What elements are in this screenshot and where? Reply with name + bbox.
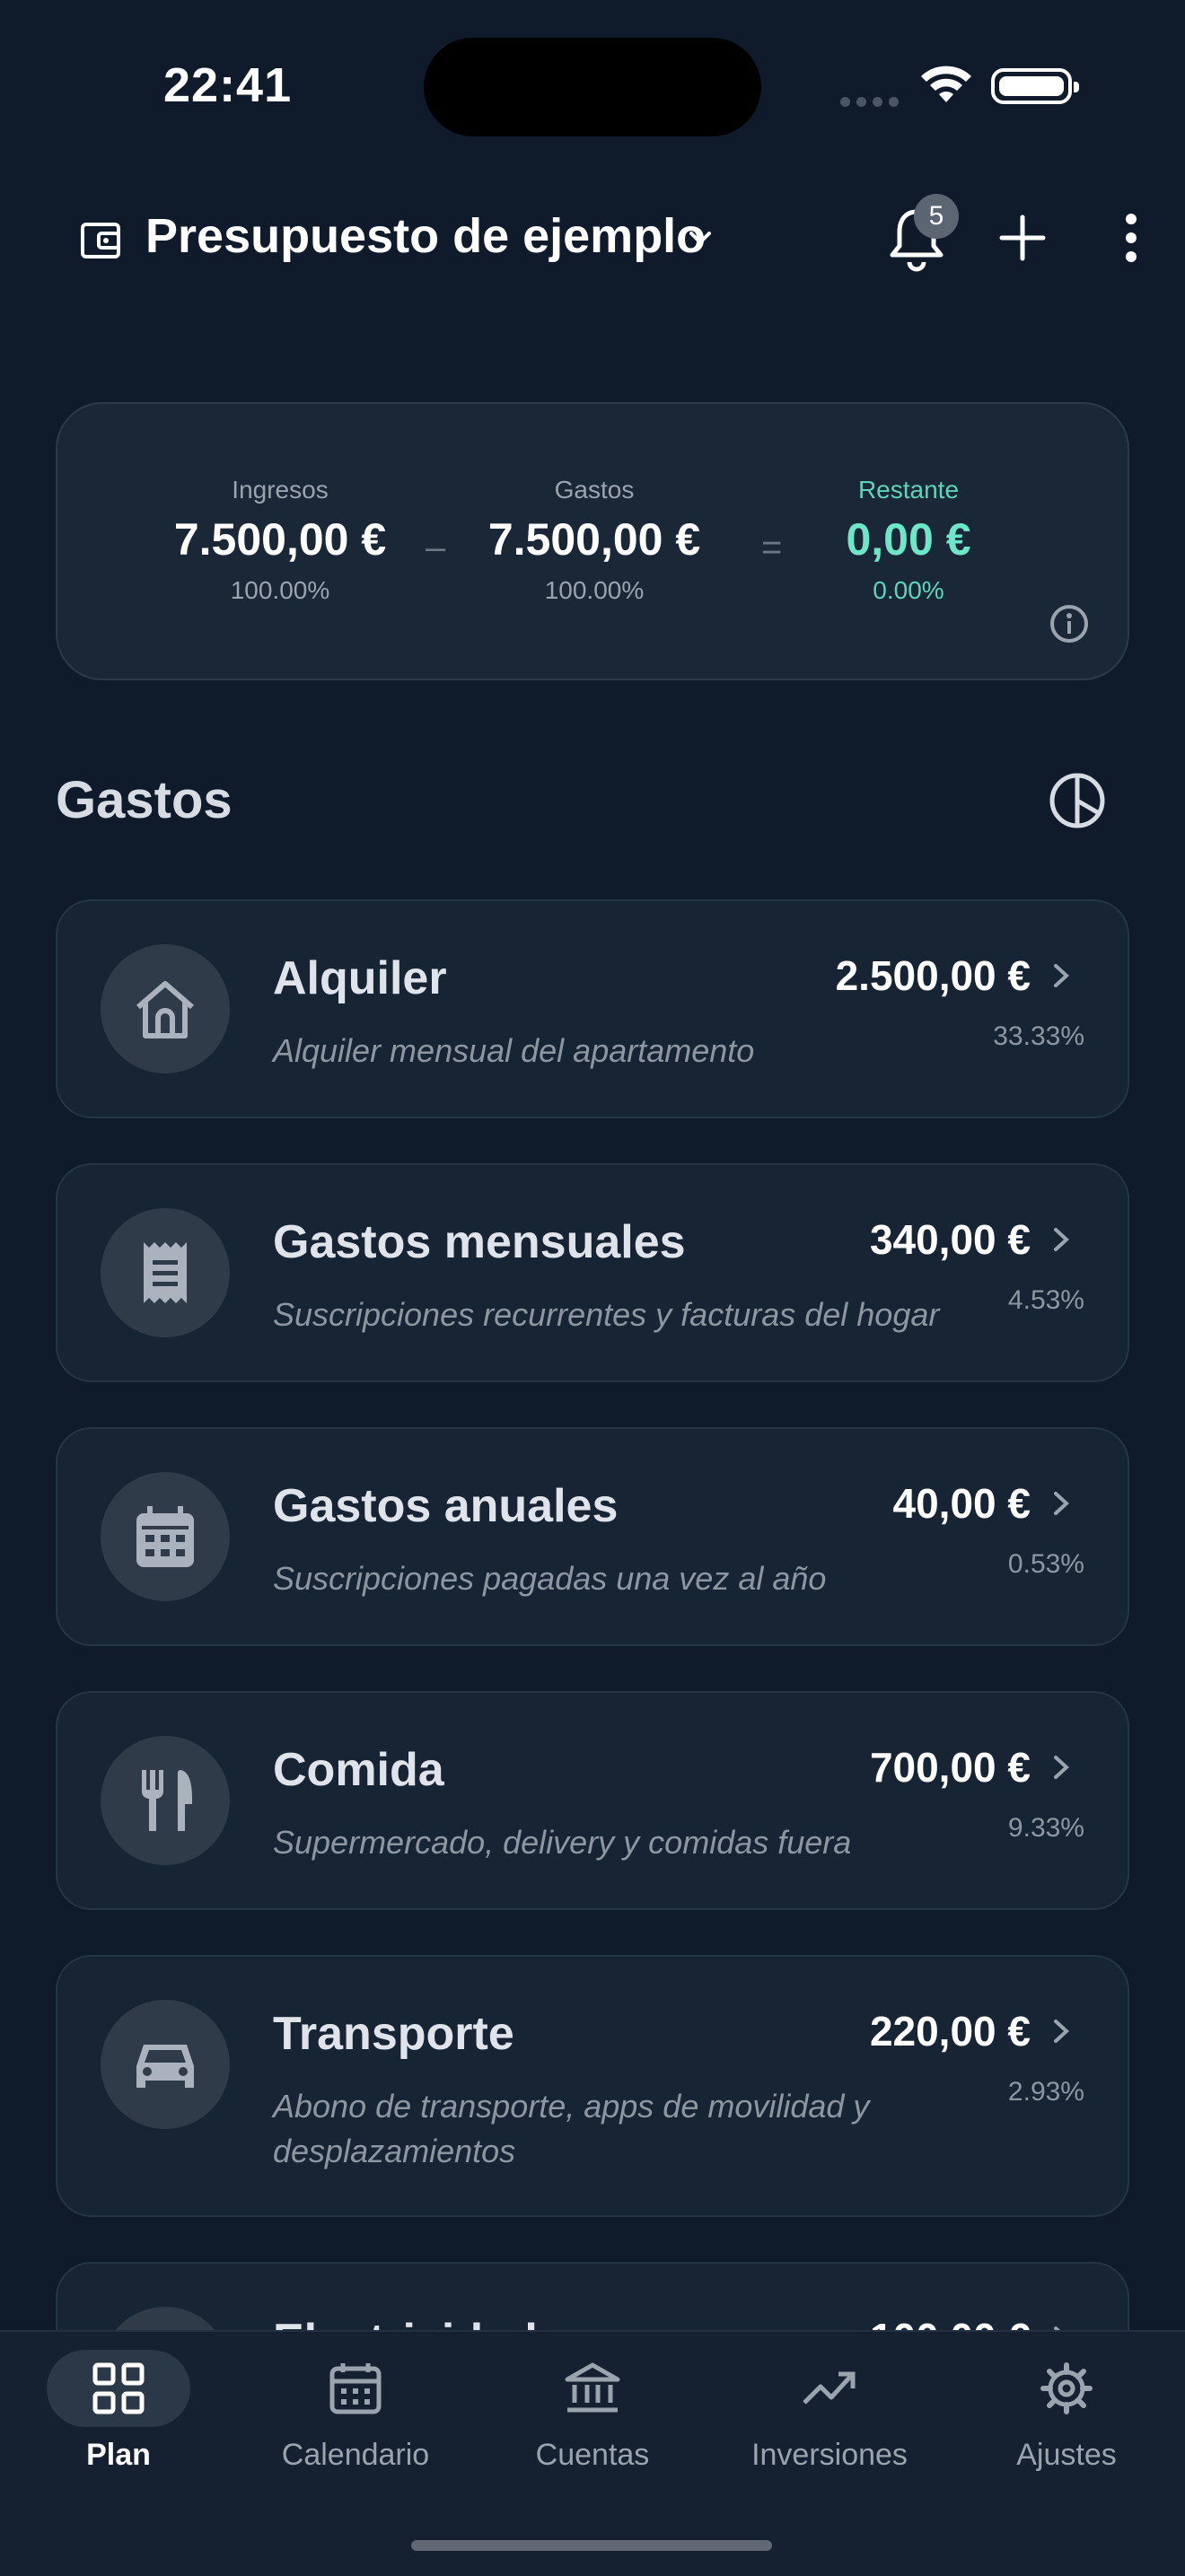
- bottom-navigation: Plan Calendario Cuentas Inversiones Ajus…: [0, 2330, 1185, 2576]
- receipt-icon: [101, 1208, 230, 1337]
- budget-selector[interactable]: Presupuesto de ejemplo: [145, 208, 706, 264]
- section-title: Gastos: [56, 771, 233, 829]
- remaining-label: Restante: [857, 476, 960, 504]
- remaining-summary: Restante 0,00 € 0.00%: [774, 476, 1043, 605]
- car-icon: [101, 2000, 230, 2129]
- add-icon[interactable]: [996, 212, 1049, 264]
- nav-label: Ajustes: [1016, 2438, 1117, 2472]
- category-percent: 9.33%: [1007, 1813, 1084, 1843]
- calendar-icon: [101, 1472, 230, 1601]
- income-summary: Ingresos 7.500,00 € 100.00%: [145, 476, 415, 605]
- grid-icon: [92, 2362, 145, 2414]
- category-name: Transporte: [273, 2008, 514, 2060]
- expenses-summary: Gastos 7.500,00 € 100.00%: [460, 476, 729, 605]
- category-amount: 2.500,00 €: [835, 952, 1031, 999]
- nav-calendario[interactable]: Calendario: [237, 2332, 474, 2511]
- category-description: Suscripciones recurrentes y facturas del…: [273, 1296, 940, 1333]
- category-description: Supermercado, delivery y comidas fuera: [273, 1824, 852, 1861]
- chevron-down-icon[interactable]: [682, 221, 718, 257]
- income-value: 7.500,00 €: [173, 514, 387, 565]
- app-header: Presupuesto de ejemplo 5: [0, 188, 1185, 287]
- pie-chart-icon[interactable]: [1047, 770, 1108, 831]
- signal-icon: [840, 95, 905, 111]
- minus-sign: –: [426, 528, 446, 567]
- nav-label: Inversiones: [751, 2438, 908, 2472]
- expenses-value: 7.500,00 €: [487, 514, 701, 565]
- chevron-right-icon: [1054, 1756, 1069, 1779]
- trending-up-icon: [803, 2371, 856, 2405]
- more-vertical-icon[interactable]: [1113, 212, 1149, 264]
- category-card-gastos-anuales[interactable]: Gastos anuales Suscripciones pagadas una…: [56, 1427, 1129, 1646]
- info-icon[interactable]: [1049, 603, 1090, 644]
- nav-inversiones[interactable]: Inversiones: [711, 2332, 948, 2511]
- category-percent: 0.53%: [1007, 1549, 1084, 1579]
- category-card-comida[interactable]: Comida Supermercado, delivery y comidas …: [56, 1691, 1129, 1910]
- status-time: 22:41: [163, 58, 293, 112]
- nav-label: Calendario: [281, 2438, 430, 2472]
- house-icon: [101, 944, 230, 1073]
- wallet-icon[interactable]: [79, 219, 122, 262]
- restaurant-icon: [101, 1736, 230, 1865]
- remaining-percent: 0.00%: [873, 576, 944, 604]
- category-percent: 4.53%: [1007, 1285, 1084, 1315]
- expenses-percent: 100.00%: [544, 576, 645, 604]
- chevron-right-icon: [1054, 1492, 1069, 1515]
- dynamic-island: [424, 38, 761, 136]
- home-indicator: [411, 2540, 772, 2551]
- category-name: Gastos anuales: [273, 1480, 619, 1532]
- category-card-gastos-mensuales[interactable]: Gastos mensuales Suscripciones recurrent…: [56, 1163, 1129, 1382]
- category-amount: 700,00 €: [869, 1744, 1031, 1791]
- category-description: Alquiler mensual del apartamento: [273, 1032, 755, 1069]
- nav-plan[interactable]: Plan: [0, 2332, 237, 2511]
- category-percent: 33.33%: [993, 1021, 1084, 1051]
- budget-summary-card: Ingresos 7.500,00 € 100.00% – Gastos 7.5…: [56, 402, 1129, 680]
- nav-cuentas[interactable]: Cuentas: [474, 2332, 711, 2511]
- wifi-icon: [921, 66, 971, 102]
- category-percent: 2.93%: [1007, 2077, 1084, 2107]
- gear-icon: [1040, 2362, 1093, 2414]
- chevron-right-icon: [1054, 1228, 1069, 1251]
- category-card-alquiler[interactable]: Alquiler Alquiler mensual del apartament…: [56, 899, 1129, 1118]
- nav-label: Cuentas: [535, 2438, 650, 2472]
- category-amount: 340,00 €: [869, 1216, 1031, 1263]
- category-card-transporte[interactable]: Transporte Abono de transporte, apps de …: [56, 1955, 1129, 2217]
- battery-icon: [991, 68, 1079, 104]
- category-name: Comida: [273, 1744, 444, 1796]
- bank-icon: [565, 2362, 620, 2413]
- calendar-icon: [329, 2363, 382, 2414]
- income-label: Ingresos: [232, 476, 329, 504]
- nav-ajustes[interactable]: Ajustes: [948, 2332, 1185, 2511]
- category-amount: 40,00 €: [892, 1480, 1031, 1527]
- chevron-right-icon: [1054, 2020, 1069, 2043]
- category-name: Alquiler: [273, 952, 447, 1004]
- income-percent: 100.00%: [230, 576, 330, 604]
- category-description: Suscripciones pagadas una vez al año: [273, 1560, 827, 1597]
- category-amount: 220,00 €: [869, 2008, 1031, 2055]
- category-name: Gastos mensuales: [273, 1216, 686, 1268]
- remaining-value: 0,00 €: [846, 514, 971, 565]
- expenses-label: Gastos: [554, 476, 635, 504]
- chevron-right-icon: [1054, 964, 1069, 987]
- nav-label: Plan: [86, 2438, 151, 2472]
- notification-badge: 5: [914, 194, 959, 239]
- status-bar: 22:41: [0, 0, 1185, 171]
- category-description: Abono de transporte, apps de movilidad y…: [273, 2088, 870, 2169]
